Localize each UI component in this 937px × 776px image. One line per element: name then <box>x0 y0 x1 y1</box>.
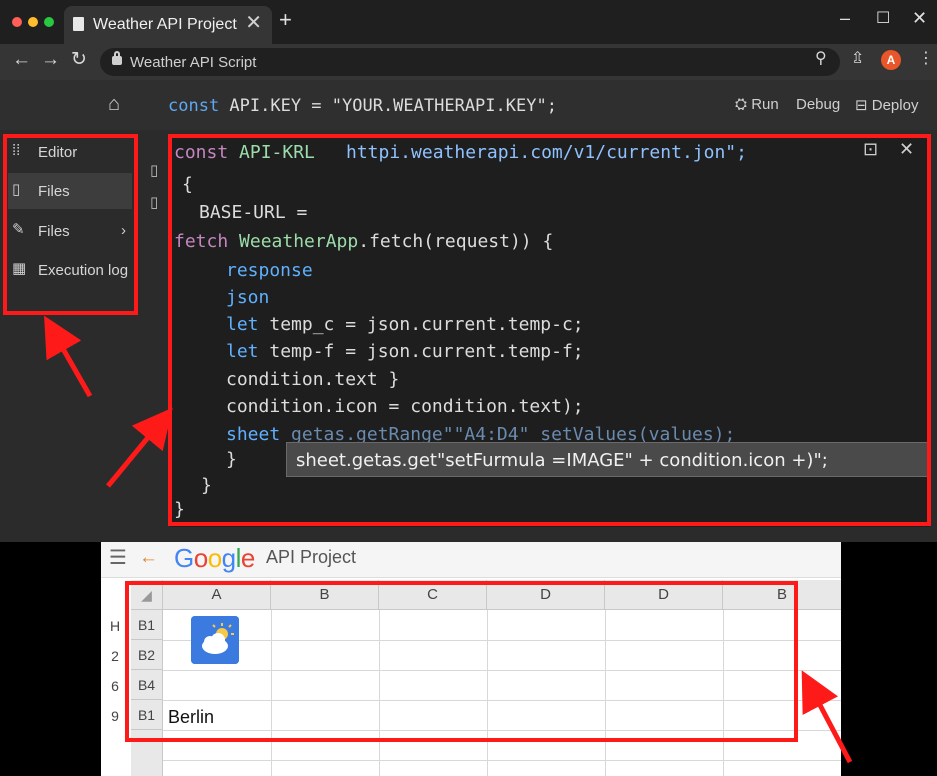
arrow-to-code <box>106 407 173 488</box>
annotation-arrows <box>44 315 853 764</box>
arrow-to-sidebar <box>44 315 93 398</box>
arrow-to-sheet <box>801 670 853 764</box>
